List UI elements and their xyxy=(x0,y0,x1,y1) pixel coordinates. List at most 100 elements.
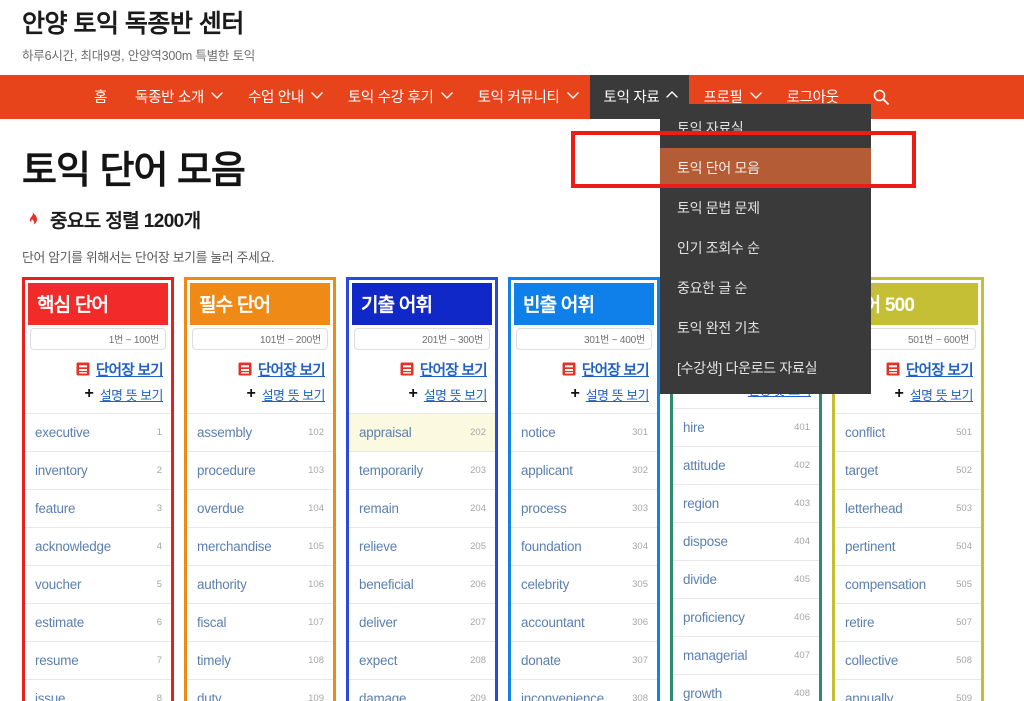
word-text: voucher xyxy=(35,576,82,592)
word-row[interactable]: acknowledge 4 xyxy=(25,526,171,565)
word-row[interactable]: notice 301 xyxy=(511,412,657,451)
book-icon xyxy=(886,362,900,376)
chevron-down-icon xyxy=(566,90,579,100)
word-row[interactable]: inventory 2 xyxy=(25,450,171,489)
chevron-down-icon xyxy=(211,90,223,100)
word-row[interactable]: procedure 103 xyxy=(187,450,333,489)
word-row[interactable]: temporarily 203 xyxy=(349,450,495,489)
card-range-label: 101번 ~ 200번 xyxy=(192,327,328,350)
word-row[interactable]: annually 509 xyxy=(835,678,981,701)
dropdown-item-5[interactable]: 중요한 글 순 xyxy=(660,268,871,308)
wordbook-link-row[interactable]: 단어장 보기 xyxy=(511,350,657,380)
word-row[interactable]: fiscal 107 xyxy=(187,602,333,641)
word-row[interactable]: celebrity 305 xyxy=(511,564,657,603)
card-range-wrap: 101번 ~ 200번 xyxy=(187,327,333,350)
dropdown-item-4[interactable]: 인기 조회수 순 xyxy=(660,228,871,268)
word-row[interactable]: pertinent 504 xyxy=(835,526,981,565)
nav-item-1[interactable]: 홈 xyxy=(80,75,121,119)
word-text: damage xyxy=(359,690,407,701)
word-row[interactable]: donate 307 xyxy=(511,640,657,679)
word-number: 2 xyxy=(156,464,162,476)
dropdown-item-3[interactable]: 토익 문법 문제 xyxy=(660,188,871,228)
word-text: hire xyxy=(683,419,705,435)
nav-item-3[interactable]: 수업 안내 xyxy=(234,75,334,119)
nav-item-5[interactable]: 토익 커뮤니티 xyxy=(464,75,590,119)
nav-item-label: 토익 커뮤니티 xyxy=(477,90,560,107)
wordbook-link-row[interactable]: 단어장 보기 xyxy=(349,350,495,380)
word-row[interactable]: compensation 505 xyxy=(835,564,981,603)
word-text: annually xyxy=(845,690,894,701)
word-row[interactable]: region 403 xyxy=(673,483,819,522)
word-row[interactable]: overdue 104 xyxy=(187,488,333,527)
word-text: inventory xyxy=(35,462,88,478)
word-row[interactable]: attitude 402 xyxy=(673,445,819,484)
word-row[interactable]: letterhead 503 xyxy=(835,488,981,527)
word-number: 508 xyxy=(956,654,972,666)
word-row[interactable]: conflict 501 xyxy=(835,412,981,451)
word-number: 408 xyxy=(794,687,810,699)
word-text: issue xyxy=(35,690,66,701)
word-row[interactable]: foundation 304 xyxy=(511,526,657,565)
wordbook-link-label: 단어장 보기 xyxy=(905,362,974,379)
word-number: 106 xyxy=(308,578,324,590)
word-row[interactable]: appraisal 202 xyxy=(349,412,495,451)
word-text: temporarily xyxy=(359,462,424,478)
word-row[interactable]: beneficial 206 xyxy=(349,564,495,603)
wordbook-link-row[interactable]: 단어장 보기 xyxy=(25,350,171,380)
word-number: 303 xyxy=(632,502,648,514)
word-row[interactable]: divide 405 xyxy=(673,559,819,598)
word-row[interactable]: issue 8 xyxy=(25,678,171,701)
word-text: target xyxy=(845,462,879,478)
wordbook-link-row[interactable]: 단어장 보기 xyxy=(187,350,333,380)
word-row[interactable]: authority 106 xyxy=(187,564,333,603)
word-row[interactable]: executive 1 xyxy=(25,412,171,451)
word-row[interactable]: damage 209 xyxy=(349,678,495,701)
word-row[interactable]: feature 3 xyxy=(25,488,171,527)
word-row[interactable]: expect 208 xyxy=(349,640,495,679)
word-row[interactable]: dispose 404 xyxy=(673,521,819,560)
word-row[interactable]: proficiency 406 xyxy=(673,597,819,636)
word-number: 404 xyxy=(794,535,810,547)
dropdown-item-6[interactable]: 토익 완전 기초 xyxy=(660,308,871,348)
word-row[interactable]: resume 7 xyxy=(25,640,171,679)
word-text: retire xyxy=(845,614,875,630)
word-text: process xyxy=(521,500,567,516)
word-row[interactable]: relieve 205 xyxy=(349,526,495,565)
book-icon xyxy=(238,362,252,376)
word-row[interactable]: merchandise 105 xyxy=(187,526,333,565)
word-row[interactable]: applicant 302 xyxy=(511,450,657,489)
word-row[interactable]: estimate 6 xyxy=(25,602,171,641)
word-text: timely xyxy=(197,652,231,668)
nav-item-label: 홈 xyxy=(94,90,108,107)
chevron-down-icon xyxy=(440,90,453,100)
dropdown-item-1[interactable]: 토익 자료실 xyxy=(660,108,871,148)
word-row[interactable]: retire 507 xyxy=(835,602,981,641)
word-text: fiscal xyxy=(197,614,227,630)
word-text: celebrity xyxy=(521,576,570,592)
meaning-link-row[interactable]: + 설명 뜻 보기 xyxy=(349,380,495,413)
word-row[interactable]: target 502 xyxy=(835,450,981,489)
dropdown-item-7[interactable]: [수강생] 다운로드 자료실 xyxy=(660,348,871,388)
word-row[interactable]: accountant 306 xyxy=(511,602,657,641)
meaning-link-row[interactable]: + 설명 뜻 보기 xyxy=(25,380,171,413)
word-row[interactable]: managerial 407 xyxy=(673,635,819,674)
meaning-link-row[interactable]: + 설명 뜻 보기 xyxy=(187,380,333,413)
word-row[interactable]: assembly 102 xyxy=(187,412,333,451)
word-row[interactable]: inconvenience 308 xyxy=(511,678,657,701)
word-row[interactable]: growth 408 xyxy=(673,673,819,701)
nav-item-2[interactable]: 독종반 소개 xyxy=(121,75,234,119)
word-row[interactable]: deliver 207 xyxy=(349,602,495,641)
word-row[interactable]: duty 109 xyxy=(187,678,333,701)
word-row[interactable]: remain 204 xyxy=(349,488,495,527)
word-row[interactable]: process 303 xyxy=(511,488,657,527)
meaning-link-row[interactable]: + 설명 뜻 보기 xyxy=(511,380,657,413)
word-row[interactable]: voucher 5 xyxy=(25,564,171,603)
word-text: executive xyxy=(35,424,90,440)
word-row[interactable]: hire 401 xyxy=(673,407,819,446)
nav-item-4[interactable]: 토익 수강 후기 xyxy=(334,75,464,119)
dropdown-item-2[interactable]: 토익 단어 모음 xyxy=(660,148,871,188)
nav-item-label: 토익 자료 xyxy=(603,90,660,107)
word-row[interactable]: collective 508 xyxy=(835,640,981,679)
word-number: 102 xyxy=(308,426,324,438)
word-row[interactable]: timely 108 xyxy=(187,640,333,679)
